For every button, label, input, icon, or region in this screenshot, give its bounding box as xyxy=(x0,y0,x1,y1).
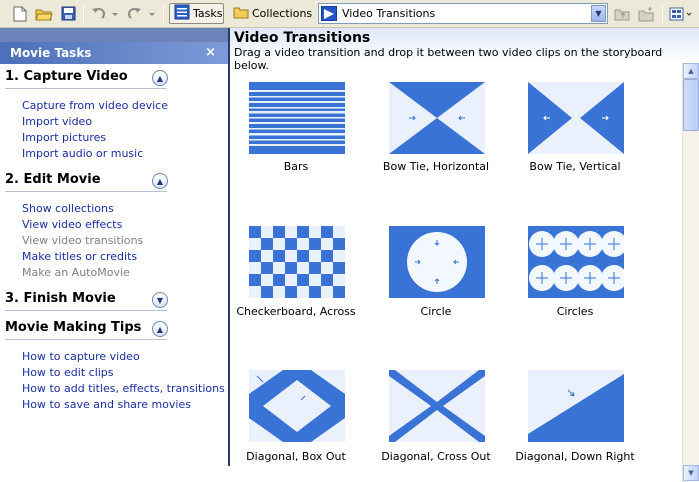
diagonal-cross-out-icon xyxy=(389,370,485,442)
checker-square xyxy=(249,226,261,238)
scrollbar-thumb[interactable] xyxy=(683,79,699,131)
scroll-up-icon[interactable]: ▲ xyxy=(683,63,699,79)
checker-square xyxy=(321,250,333,262)
link-import-pictures[interactable]: Import pictures xyxy=(22,131,106,144)
transition-label: Circles xyxy=(556,305,594,318)
checker-square xyxy=(321,274,333,286)
link-import-audio[interactable]: Import audio or music xyxy=(22,147,143,160)
link-import-video[interactable]: Import video xyxy=(22,115,92,128)
open-project-icon[interactable] xyxy=(33,3,55,24)
link-how-to-save-share[interactable]: How to save and share movies xyxy=(22,398,191,411)
bow-tie-horizontal-icon xyxy=(389,82,485,154)
link-view-video-effects[interactable]: View video effects xyxy=(22,218,122,231)
transition-label: Bow Tie, Vertical xyxy=(529,160,621,173)
toolbar-separator xyxy=(83,4,84,24)
link-capture-from-device[interactable]: Capture from video device xyxy=(22,99,168,112)
bars-transition-icon xyxy=(249,82,345,154)
link-make-titles[interactable]: Make titles or credits xyxy=(22,250,137,263)
checker-square xyxy=(273,274,285,286)
new-collection-folder-icon[interactable] xyxy=(636,3,656,24)
checker-square xyxy=(333,238,345,250)
views-icon[interactable] xyxy=(668,3,694,24)
section-title-edit-movie[interactable]: 2. Edit Movie xyxy=(5,170,167,192)
link-view-video-transitions: View video transitions xyxy=(22,234,144,247)
checker-square xyxy=(333,262,345,274)
checker-square xyxy=(285,238,297,250)
collection-selector-value: Video Transitions xyxy=(342,7,436,20)
collections-folder-icon xyxy=(233,5,249,22)
diagonal-down-right-icon xyxy=(528,370,624,442)
toolbar-separator xyxy=(662,4,663,24)
redo-icon[interactable] xyxy=(126,3,156,24)
transition-label: Diagonal, Down Right xyxy=(515,450,635,463)
section-title-movie-making-tips[interactable]: Movie Making Tips xyxy=(5,318,167,340)
checker-square xyxy=(273,250,285,262)
transition-label: Bow Tie, Horizontal xyxy=(382,160,490,173)
new-project-icon[interactable] xyxy=(10,3,30,24)
save-project-icon[interactable] xyxy=(58,3,78,24)
checker-square xyxy=(285,286,297,298)
checker-square xyxy=(261,238,273,250)
checker-square xyxy=(249,274,261,286)
checker-square xyxy=(297,274,309,286)
checker-square xyxy=(309,238,321,250)
bow-tie-vertical-icon xyxy=(528,82,624,154)
transitions-grid: Bars Bow Tie, Horizontal Bow Tie, Vertic… xyxy=(230,64,681,482)
checker-square xyxy=(249,250,261,262)
link-how-to-edit[interactable]: How to edit clips xyxy=(22,366,114,379)
checker-square xyxy=(273,226,285,238)
contents-title: Video Transitions xyxy=(234,30,371,46)
collections-label: Collections xyxy=(252,7,313,20)
tasks-icon xyxy=(174,4,190,23)
transition-label: Diagonal, Cross Out xyxy=(381,450,491,463)
transition-label: Checkerboard, Across xyxy=(236,305,356,318)
link-make-automovie: Make an AutoMovie xyxy=(22,266,130,279)
scroll-down-icon[interactable]: ▼ xyxy=(683,465,699,481)
link-show-collections[interactable]: Show collections xyxy=(22,202,114,215)
undo-icon[interactable] xyxy=(89,3,119,24)
tasks-button[interactable]: Tasks xyxy=(169,3,224,24)
chevron-up-icon[interactable]: ▲ xyxy=(152,173,168,189)
collections-button[interactable]: Collections xyxy=(229,3,313,24)
circle-transition-icon xyxy=(389,226,485,298)
section-title-capture-video[interactable]: 1. Capture Video xyxy=(5,67,167,89)
checker-square xyxy=(321,226,333,238)
section-title-finish-movie[interactable]: 3. Finish Movie xyxy=(5,289,167,311)
checker-square xyxy=(297,250,309,262)
pane-strip xyxy=(0,28,228,42)
movie-tasks-title: Movie Tasks xyxy=(10,46,92,60)
toolbar: Tasks Collections Video Transitions ▼ xyxy=(0,0,699,28)
collection-selector[interactable]: Video Transitions ▼ xyxy=(318,3,608,24)
transition-label: Circle xyxy=(420,305,452,318)
diagonal-box-out-icon xyxy=(249,370,345,442)
vertical-scrollbar[interactable]: ▲ ▼ xyxy=(682,63,699,482)
checker-square xyxy=(261,286,273,298)
movie-tasks-pane: Movie Tasks × 1. Capture Video ▲ Capture… xyxy=(0,28,228,482)
video-transition-icon xyxy=(321,6,337,21)
toolbar-separator xyxy=(163,4,164,24)
tasks-label: Tasks xyxy=(193,7,223,20)
movie-tasks-header: Movie Tasks × xyxy=(0,42,228,64)
checker-square xyxy=(333,286,345,298)
circles-transition-icon xyxy=(528,226,624,298)
checker-square xyxy=(309,286,321,298)
up-one-level-icon[interactable] xyxy=(612,3,632,24)
transition-label: Bars xyxy=(283,160,309,173)
link-how-to-add-titles[interactable]: How to add titles, effects, transitions xyxy=(22,382,225,395)
checker-square xyxy=(285,262,297,274)
chevron-down-icon[interactable]: ▼ xyxy=(591,5,606,22)
chevron-up-icon[interactable]: ▲ xyxy=(152,70,168,86)
checker-square xyxy=(297,226,309,238)
chevron-down-icon[interactable]: ▼ xyxy=(152,292,168,308)
checker-square xyxy=(261,262,273,274)
link-how-to-capture[interactable]: How to capture video xyxy=(22,350,140,363)
contents-header: Video Transitions Drag a video transitio… xyxy=(230,28,699,72)
close-icon[interactable]: × xyxy=(205,42,216,64)
checker-square xyxy=(309,262,321,274)
transition-label: Diagonal, Box Out xyxy=(246,450,346,463)
chevron-up-icon[interactable]: ▲ xyxy=(152,321,168,337)
collection-contents-pane: Video Transitions Drag a video transitio… xyxy=(230,28,699,482)
checkerboard-across-icon xyxy=(249,226,345,298)
